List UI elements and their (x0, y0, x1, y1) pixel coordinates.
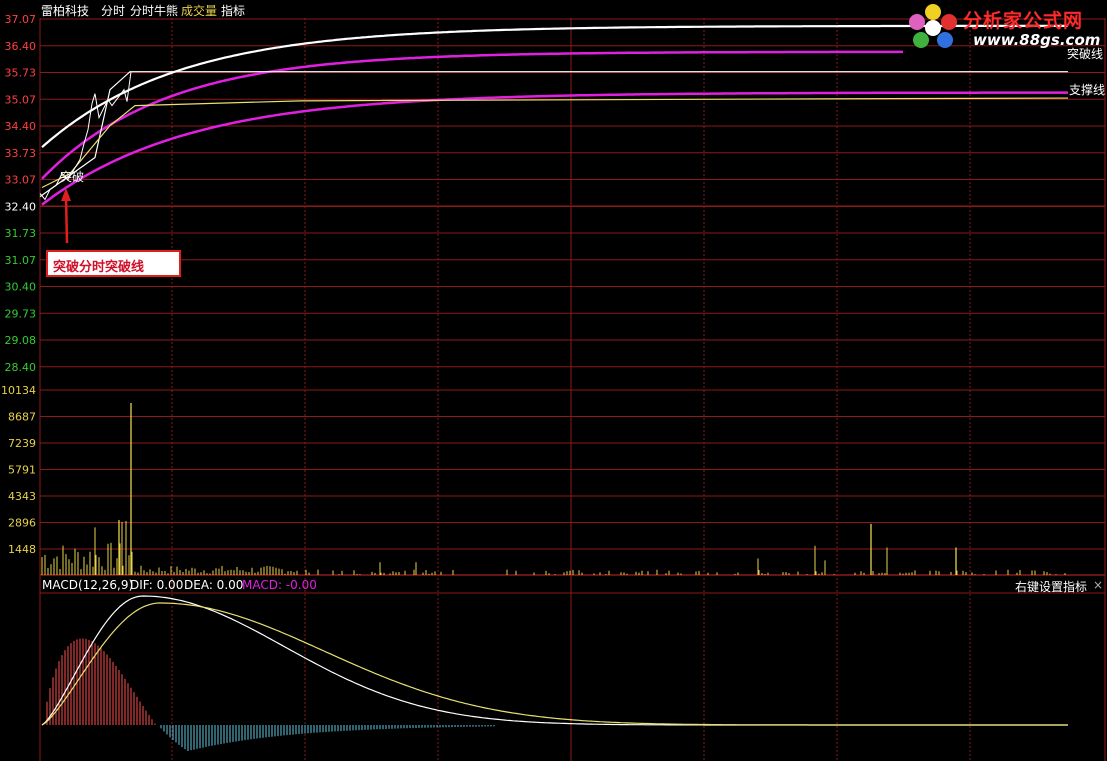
macd-value: MACD: -0.00 (242, 578, 317, 592)
macd-dif: DIF: 0.00 (130, 578, 184, 592)
annotation-box: 突破分时突破线 (46, 250, 181, 277)
tab-intraday[interactable]: 分时 (101, 2, 125, 19)
volume-tick-label: 7239 (8, 437, 36, 450)
macd-histogram (46, 638, 495, 751)
annotation-arrow (61, 188, 71, 244)
support-line (41, 97, 1069, 189)
price-tick-label: 36.40 (5, 40, 37, 53)
tab-intraday-bull-bear[interactable]: 分时牛熊 (130, 2, 178, 19)
volume-tick-label: 2896 (8, 517, 36, 530)
price-line (39, 71, 132, 201)
price-tick-label: 33.73 (5, 147, 37, 160)
volume-tick-label: 5791 (8, 464, 36, 477)
intraday-chart[interactable]: 37.0736.4035.7335.0734.4033.7333.0732.40… (0, 0, 1107, 761)
volume-tick-label: 8687 (8, 411, 36, 424)
lower-channel-line (41, 91, 1068, 206)
flower-logo-icon (909, 4, 957, 48)
price-axis: 37.0736.4035.7335.0734.4033.7333.0732.40… (5, 13, 37, 374)
logo-url: www.88gs.com (973, 31, 1101, 49)
volume-tick-label: 10134 (1, 384, 36, 397)
stock-name: 雷柏科技 (41, 4, 90, 18)
annotation-text: 突破分时突破线 (53, 260, 145, 275)
price-tick-label: 35.73 (5, 67, 37, 80)
price-tick-label: 32.40 (5, 200, 37, 213)
support-line-label: 支撑线 (1069, 82, 1105, 97)
volume-tick-label: 1448 (8, 543, 36, 556)
macd-dea: DEA: 0.00 (184, 578, 244, 592)
price-tick-label: 29.73 (5, 307, 37, 320)
indicator-settings-menu[interactable]: 右键设置指标 × (1015, 578, 1103, 595)
macd-title[interactable]: MACD(12,26,9) (42, 578, 133, 592)
logo-name: 分析家公式网 (963, 10, 1084, 32)
top-toolbar: 雷柏科技 分时 分时牛熊 成交量 指标 (0, 0, 900, 18)
close-icon[interactable]: × (1093, 578, 1103, 592)
price-tick-label: 30.40 (5, 281, 37, 294)
tab-volume[interactable]: 成交量 (181, 2, 217, 19)
price-tick-label: 35.07 (5, 93, 37, 106)
macd-dif-line (41, 595, 1068, 726)
macd-lines (41, 595, 1068, 726)
price-tick-label: 33.07 (5, 174, 37, 187)
tab-indicator[interactable]: 指标 (221, 2, 245, 19)
volume-tick-label: 4343 (8, 490, 36, 503)
price-tick-label: 34.40 (5, 120, 37, 133)
breakout-line (39, 71, 1068, 198)
price-tick-label: 29.08 (5, 334, 37, 347)
volume-axis: 10134 8687 7239 5791 4343 2896 1448 (1, 384, 36, 556)
breakout-marker-label: 突破 (60, 169, 84, 184)
site-logo: 分析家公式网 www.88gs.com (905, 2, 1103, 54)
indicator-settings-label[interactable]: 右键设置指标 (1015, 580, 1087, 594)
macd-dea-line (41, 602, 1068, 726)
upper-channel-line (41, 50, 903, 180)
price-tick-label: 31.73 (5, 227, 37, 240)
price-tick-label: 31.07 (5, 254, 37, 267)
price-tick-label: 28.40 (5, 361, 37, 374)
